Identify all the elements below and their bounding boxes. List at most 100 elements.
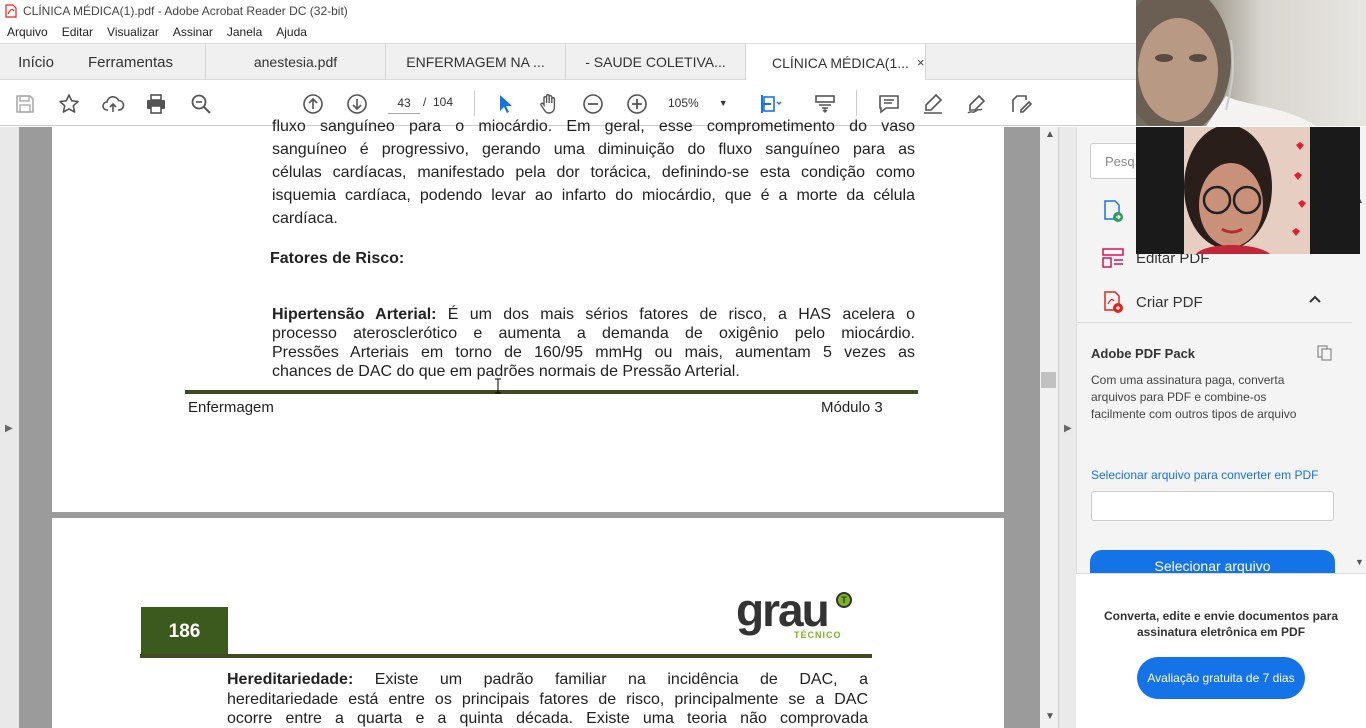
scroll-down-icon[interactable]: ▼ bbox=[1355, 557, 1364, 567]
print-icon[interactable] bbox=[143, 91, 169, 117]
select-file-button[interactable]: Selecionar arquivo bbox=[1090, 550, 1335, 574]
menu-assinar[interactable]: Assinar bbox=[166, 25, 220, 39]
close-icon[interactable]: × bbox=[917, 55, 925, 70]
header-rule bbox=[140, 654, 872, 658]
page-separator: / bbox=[423, 95, 427, 109]
chevron-right-icon: ▶ bbox=[5, 423, 13, 434]
text-line: células cardíacas, manifestado pela dor … bbox=[272, 164, 915, 181]
menu-editar[interactable]: Editar bbox=[55, 25, 100, 39]
tab-tools[interactable]: Ferramentas bbox=[72, 44, 206, 80]
text-line: fluxo sanguíneo para o miocárdio. Em ger… bbox=[272, 118, 915, 135]
scroll-up-icon[interactable]: ▲ bbox=[1045, 129, 1055, 140]
create-pdf-label: Criar PDF bbox=[1136, 293, 1203, 311]
webcam-video-1 bbox=[1136, 0, 1366, 126]
acrobat-window: CLÍNICA MÉDICA(1).pdf - Adobe Acrobat Re… bbox=[0, 0, 1366, 728]
section-heading: Fatores de Risco: bbox=[270, 250, 405, 267]
zoom-level-select[interactable]: 105% ▼ bbox=[668, 92, 738, 114]
right-pane-toggle[interactable]: ▶ bbox=[1058, 127, 1076, 728]
hand-tool-icon[interactable] bbox=[536, 91, 562, 117]
scrollbar-thumb[interactable] bbox=[1041, 372, 1056, 388]
chevron-down-icon: ▼ bbox=[718, 98, 728, 108]
footer-rule bbox=[185, 390, 918, 394]
pdf-page: 186 grau T TÉCNICO Hereditariedade: Exis… bbox=[52, 518, 1004, 728]
star-icon[interactable] bbox=[56, 91, 82, 117]
paragraph-hypertension: Hipertensão Arterial: É um dos mais séri… bbox=[272, 305, 915, 381]
save-icon[interactable] bbox=[12, 91, 38, 117]
export-pdf-icon bbox=[1100, 198, 1126, 224]
pane-divider bbox=[1076, 322, 1352, 323]
zoom-in-icon[interactable] bbox=[624, 91, 650, 117]
text-line: isquemia cardíaca, podendo levar ao infa… bbox=[272, 187, 915, 204]
grau-logo: grau T TÉCNICO bbox=[736, 584, 856, 644]
text-line: sanguíneo é progressivo, gerando uma dim… bbox=[272, 141, 915, 158]
page-total: 104 bbox=[433, 95, 454, 109]
draw-sign-icon[interactable] bbox=[964, 91, 990, 117]
fit-page-icon[interactable] bbox=[757, 91, 783, 117]
scroll-down-icon[interactable]: ▼ bbox=[1045, 711, 1055, 722]
window-title: CLÍNICA MÉDICA(1).pdf - Adobe Acrobat Re… bbox=[23, 4, 348, 18]
page-number-input[interactable]: 43 bbox=[388, 92, 420, 114]
highlight-pen-icon[interactable] bbox=[920, 91, 946, 117]
comment-icon[interactable] bbox=[876, 91, 902, 117]
text-line: hereditariedade está entre os principais… bbox=[227, 690, 868, 708]
acrobat-icon bbox=[4, 4, 17, 19]
select-cursor-icon[interactable] bbox=[492, 91, 518, 117]
text-line: processo aterosclerótico e aumenta a dem… bbox=[272, 325, 915, 342]
tab-saude-coletiva[interactable]: - SAUDE COLETIVA... bbox=[566, 44, 746, 80]
menu-visualizar[interactable]: Visualizar bbox=[100, 25, 166, 39]
convert-link[interactable]: Selecionar arquivo para converter em PDF bbox=[1091, 468, 1318, 482]
logo-mark: T bbox=[836, 592, 852, 608]
text-fragment: Existe um padrão familiar na incidência … bbox=[353, 671, 868, 688]
footer-left: Enfermagem bbox=[188, 399, 274, 416]
menu-janela[interactable]: Janela bbox=[220, 25, 269, 39]
text-fragment: É um dos mais sérios fatores de risco, a… bbox=[436, 306, 915, 323]
footer-right: Módulo 3 bbox=[821, 399, 883, 416]
paragraph-intro: fluxo sanguíneo para o miocárdio. Em ger… bbox=[272, 115, 915, 230]
pdf-pack-title: Adobe PDF Pack bbox=[1091, 346, 1196, 361]
pdf-pack-description: Com uma assinatura paga, converta arquiv… bbox=[1091, 373, 1297, 421]
tab-home[interactable]: Início bbox=[0, 44, 72, 80]
free-trial-button[interactable]: Avaliação gratuita de 7 dias bbox=[1137, 657, 1305, 699]
create-pdf-icon bbox=[1100, 289, 1126, 315]
page-number-badge: 186 bbox=[141, 607, 228, 656]
paragraph-heredity: Hereditariedade: Existe um padrão famili… bbox=[227, 670, 868, 728]
zoom-value: 105% bbox=[668, 96, 699, 110]
logo-text: grau bbox=[736, 584, 830, 636]
logo-subtext: TÉCNICO bbox=[794, 630, 842, 640]
fill-sign-icon[interactable] bbox=[1008, 91, 1034, 117]
create-pdf-tool[interactable]: Criar PDF bbox=[1100, 289, 1335, 315]
scroll-mode-icon[interactable] bbox=[812, 91, 838, 117]
pdf-page: fluxo sanguíneo para o miocárdio. Em ger… bbox=[52, 118, 1004, 512]
text-line: chances de DAC do que em padrões normais… bbox=[272, 363, 740, 380]
promo-panel bbox=[1076, 573, 1366, 728]
page-down-icon[interactable] bbox=[344, 91, 370, 117]
menu-arquivo[interactable]: Arquivo bbox=[0, 25, 55, 39]
toolbar-divider bbox=[474, 90, 475, 116]
text-cursor-icon bbox=[495, 378, 501, 394]
text-line: Hipertensão Arterial: É um dos mais séri… bbox=[272, 305, 915, 324]
left-panel-toggle[interactable]: ▶ bbox=[0, 127, 19, 728]
chevron-right-icon: ▶ bbox=[1064, 423, 1072, 434]
pdf-pack-icon bbox=[1317, 345, 1333, 366]
tab-anestesia[interactable]: anestesia.pdf bbox=[206, 44, 386, 80]
webcam-video-2 bbox=[1136, 127, 1360, 254]
text-line: cardíaca. bbox=[272, 210, 338, 227]
text-line: Pressões Arteriais em torno de 160/95 mm… bbox=[272, 344, 915, 361]
tab-label: CLÍNICA MÉDICA(1... bbox=[772, 54, 909, 71]
tab-enfermagem[interactable]: ENFERMAGEM NA ... bbox=[386, 44, 566, 80]
chevron-up-icon[interactable] bbox=[1308, 291, 1322, 307]
heredity-label: Hereditariedade: bbox=[227, 671, 354, 688]
edit-pdf-icon bbox=[1100, 245, 1126, 271]
zoom-search-icon[interactable] bbox=[188, 91, 214, 117]
menu-ajuda[interactable]: Ajuda bbox=[269, 25, 314, 39]
file-drop-input[interactable] bbox=[1091, 491, 1334, 521]
tab-clinica-medica[interactable]: CLÍNICA MÉDICA(1... × bbox=[746, 44, 926, 81]
page-up-icon[interactable] bbox=[300, 91, 326, 117]
zoom-out-icon[interactable] bbox=[580, 91, 606, 117]
document-scrollbar[interactable]: ▲ ▼ bbox=[1040, 127, 1058, 728]
upload-cloud-icon[interactable] bbox=[100, 91, 126, 117]
text-line: ocorre entre a quarta e a quinta década.… bbox=[227, 710, 868, 727]
toolbar-divider bbox=[856, 90, 857, 116]
export-pdf-tool[interactable] bbox=[1100, 198, 1136, 224]
text-line: Hereditariedade: Existe um padrão famili… bbox=[227, 670, 868, 690]
